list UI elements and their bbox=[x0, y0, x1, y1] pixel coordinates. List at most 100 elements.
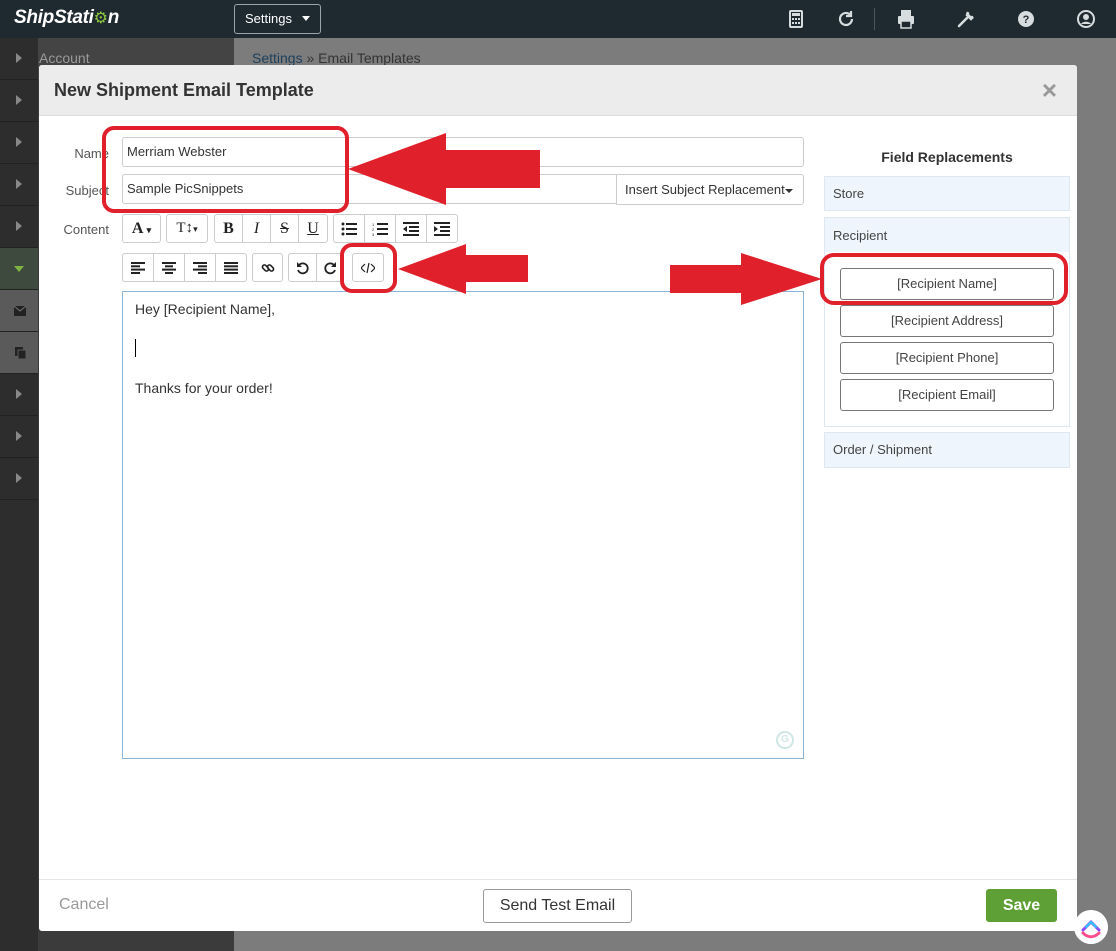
chevron-right-icon bbox=[16, 137, 22, 147]
font-size-button[interactable]: T↕▾ bbox=[166, 214, 208, 243]
justify-icon bbox=[224, 262, 238, 274]
justify-button[interactable] bbox=[215, 253, 247, 282]
printer-icon[interactable] bbox=[895, 8, 917, 30]
help-icon[interactable]: ? bbox=[1015, 8, 1037, 30]
align-right-icon bbox=[193, 262, 207, 274]
wrench-icon[interactable] bbox=[955, 8, 977, 30]
sidenav-item[interactable] bbox=[0, 122, 38, 164]
sidenav-item[interactable] bbox=[0, 38, 38, 80]
breadcrumb: Settings » Email Templates bbox=[252, 50, 421, 66]
svg-text:3: 3 bbox=[372, 232, 375, 236]
outdent-icon bbox=[403, 222, 419, 236]
align-left-button[interactable] bbox=[122, 253, 154, 282]
content-editor[interactable]: Hey [Recipient Name], Thanks for your or… bbox=[122, 291, 804, 759]
modal-footer: Cancel Send Test Email Save bbox=[39, 879, 1077, 931]
font-family-button[interactable]: A ▾ bbox=[122, 214, 161, 243]
chevron-right-icon bbox=[16, 473, 22, 483]
recipient-email-button[interactable]: [Recipient Email] bbox=[840, 379, 1054, 411]
sidenav-item[interactable] bbox=[0, 206, 38, 248]
bullet-list-icon bbox=[341, 222, 357, 236]
top-navbar: ShipStati⚙n Settings ? bbox=[0, 0, 1116, 38]
recipient-panel-header[interactable]: Recipient bbox=[825, 218, 1069, 252]
store-panel[interactable]: Store bbox=[824, 176, 1070, 211]
outdent-button[interactable] bbox=[395, 214, 427, 243]
recipient-phone-button[interactable]: [Recipient Phone] bbox=[840, 342, 1054, 374]
italic-button[interactable]: I bbox=[242, 214, 271, 243]
recipient-panel: Recipient [Recipient Name] [Recipient Ad… bbox=[824, 217, 1070, 427]
modal-header: New Shipment Email Template × bbox=[39, 65, 1077, 116]
side-navigation bbox=[0, 38, 38, 951]
editor-line: Thanks for your order! bbox=[135, 380, 273, 396]
cancel-button[interactable]: Cancel bbox=[59, 896, 109, 914]
annotation-arrow-right bbox=[670, 253, 822, 305]
shipstation-logo[interactable]: ShipStati⚙n bbox=[14, 7, 119, 29]
breadcrumb-settings-link[interactable]: Settings bbox=[252, 50, 303, 66]
user-icon[interactable] bbox=[1075, 8, 1097, 30]
send-test-email-button[interactable]: Send Test Email bbox=[483, 889, 632, 923]
redo-icon bbox=[324, 262, 336, 275]
chevron-right-icon bbox=[16, 95, 22, 105]
sidenav-item[interactable] bbox=[0, 164, 38, 206]
align-center-button[interactable] bbox=[153, 253, 185, 282]
annotation-arrow-left bbox=[398, 244, 528, 294]
link-icon bbox=[261, 264, 274, 272]
numbered-list-button[interactable]: 123 bbox=[364, 214, 396, 243]
sidenav-item[interactable] bbox=[0, 80, 38, 122]
undo-button[interactable] bbox=[288, 253, 317, 282]
chevron-down-icon bbox=[14, 266, 24, 272]
undo-icon bbox=[296, 262, 309, 275]
caret-down-icon bbox=[785, 189, 793, 193]
chevron-right-icon bbox=[16, 431, 22, 441]
chevron-right-icon bbox=[16, 53, 22, 63]
gear-icon: ⚙ bbox=[93, 10, 108, 27]
sidenav-subitem-email[interactable] bbox=[0, 290, 38, 332]
bullet-list-button[interactable] bbox=[333, 214, 365, 243]
modal-title: New Shipment Email Template bbox=[54, 80, 314, 100]
envelope-icon bbox=[13, 305, 27, 316]
clickup-logo-icon[interactable] bbox=[1074, 910, 1108, 944]
save-button[interactable]: Save bbox=[986, 889, 1057, 922]
grammarly-icon[interactable]: G bbox=[776, 731, 794, 749]
align-center-icon bbox=[162, 262, 176, 274]
caret-down-icon: ▾ bbox=[193, 224, 198, 234]
content-label: Content bbox=[63, 222, 109, 237]
strikethrough-button[interactable]: S bbox=[270, 214, 299, 243]
text-cursor bbox=[135, 339, 136, 357]
sidenav-item[interactable] bbox=[0, 416, 38, 458]
refresh-icon[interactable] bbox=[835, 8, 857, 30]
copy-icon bbox=[15, 347, 27, 360]
order-shipment-panel[interactable]: Order / Shipment bbox=[824, 432, 1070, 468]
subject-label: Subject bbox=[65, 183, 109, 198]
sidenav-item-expanded[interactable] bbox=[0, 248, 38, 290]
chevron-right-icon bbox=[16, 221, 22, 231]
breadcrumb-current: Email Templates bbox=[318, 50, 421, 66]
annotation-highlight-name-subject bbox=[102, 126, 349, 213]
sidenav-item[interactable] bbox=[0, 374, 38, 416]
annotation-highlight-recipient-name bbox=[820, 253, 1068, 305]
caret-down-icon bbox=[302, 16, 310, 21]
sidenav-item[interactable] bbox=[0, 458, 38, 500]
close-icon[interactable]: × bbox=[1042, 77, 1057, 103]
align-right-button[interactable] bbox=[184, 253, 216, 282]
annotation-highlight-source-code bbox=[340, 243, 397, 293]
calculator-icon[interactable] bbox=[785, 8, 807, 30]
bold-button[interactable]: B bbox=[214, 214, 243, 243]
underline-button[interactable]: U bbox=[298, 214, 328, 243]
indent-button[interactable] bbox=[426, 214, 458, 243]
recipient-address-button[interactable]: [Recipient Address] bbox=[840, 305, 1054, 337]
chevron-right-icon bbox=[16, 179, 22, 189]
toolbar-divider bbox=[874, 8, 875, 30]
field-replacements-title: Field Replacements bbox=[881, 149, 1013, 165]
numbered-list-icon: 123 bbox=[372, 222, 388, 237]
insert-subject-replacement-button[interactable]: Insert Subject Replacement bbox=[616, 174, 804, 205]
editor-line: Hey [Recipient Name], bbox=[135, 301, 276, 317]
name-label: Name bbox=[74, 146, 109, 161]
sidenav-subitem-copy[interactable] bbox=[0, 332, 38, 374]
chevron-right-icon bbox=[16, 389, 22, 399]
indent-icon bbox=[434, 222, 450, 236]
align-left-icon bbox=[131, 262, 145, 274]
caret-down-icon: ▾ bbox=[146, 225, 152, 235]
settings-dropdown-button[interactable]: Settings bbox=[234, 4, 321, 34]
insert-link-button[interactable] bbox=[252, 253, 283, 282]
breadcrumb-separator: » bbox=[302, 50, 319, 66]
